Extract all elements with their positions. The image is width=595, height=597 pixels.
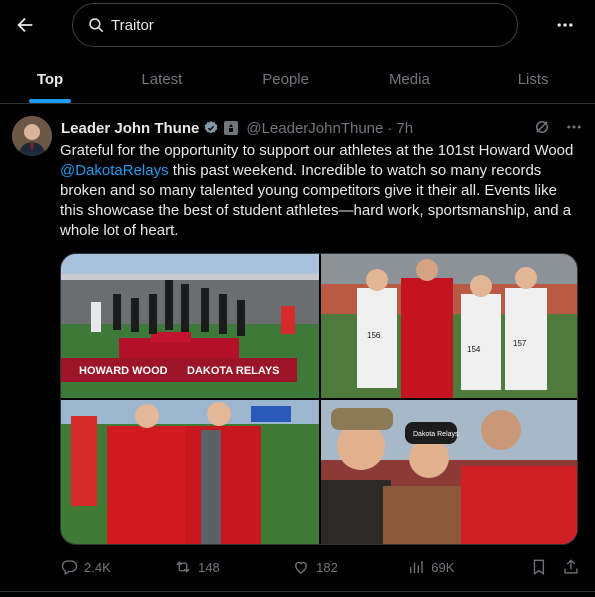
- more-icon[interactable]: [565, 118, 583, 136]
- reply-count: 2.4K: [84, 559, 111, 575]
- repost-button[interactable]: 148: [174, 558, 292, 576]
- back-arrow-icon[interactable]: [10, 10, 40, 40]
- banner-right-text: DAKOTA RELAYS: [187, 365, 280, 377]
- search-tabs: Top Latest People Media Lists: [0, 55, 595, 104]
- government-badge-icon: [224, 121, 239, 135]
- tab-top[interactable]: Top: [0, 55, 100, 103]
- views-count: 69K: [431, 559, 455, 575]
- like-icon: [295, 561, 308, 574]
- tab-label: Latest: [141, 70, 183, 88]
- grok-icon[interactable]: [533, 118, 551, 136]
- tab-label: Lists: [517, 70, 549, 88]
- repost-count: 148: [198, 559, 220, 575]
- share-icon[interactable]: [562, 558, 580, 576]
- photo-podium[interactable]: HOWARD WOOD DAKOTA RELAYS: [61, 254, 319, 398]
- views-icon: [410, 561, 423, 573]
- search-icon: [89, 18, 104, 33]
- bookmark-icon[interactable]: [530, 558, 548, 576]
- tweet-header: Leader John Thune @LeaderJohnThune · 7h: [61, 118, 413, 138]
- like-count: 182: [316, 559, 338, 575]
- reply-button[interactable]: 2.4K: [60, 558, 174, 576]
- repost-icon: [176, 561, 190, 573]
- bib-number: 156: [367, 331, 381, 340]
- bib-number: 157: [513, 339, 527, 348]
- tweet-actions: 2.4K 148 182 69K: [60, 556, 580, 578]
- cap-text: Dakota Relays: [413, 431, 459, 438]
- tab-label: Top: [36, 70, 64, 88]
- divider: [0, 591, 595, 592]
- bib-number: 154: [467, 345, 481, 354]
- photo-two-people[interactable]: [61, 400, 319, 544]
- meta-separator: ·: [387, 119, 393, 137]
- like-button[interactable]: 182: [292, 558, 407, 576]
- views-button[interactable]: 69K: [407, 558, 530, 576]
- photo-athletes[interactable]: 156 154 157: [321, 254, 577, 398]
- tab-latest[interactable]: Latest: [100, 55, 224, 103]
- tweet-media-grid: HOWARD WOOD DAKOTA RELAYS 156 154 157 Da…: [60, 253, 578, 545]
- tweet-time[interactable]: 7h: [396, 120, 413, 137]
- tab-media[interactable]: Media: [348, 55, 472, 103]
- tab-label: People: [262, 70, 309, 88]
- verified-badge-icon: [204, 121, 218, 134]
- search-query: Traitor: [111, 16, 154, 34]
- tweet-text-part: Grateful for the opportunity to support …: [60, 142, 574, 159]
- tab-label: Media: [388, 70, 430, 88]
- photo-three-men[interactable]: Dakota Relays: [321, 400, 577, 544]
- mention-link[interactable]: @DakotaRelays: [60, 162, 169, 179]
- search-input[interactable]: Traitor: [72, 3, 518, 47]
- author-name[interactable]: Leader John Thune: [61, 120, 199, 137]
- top-bar: Traitor: [0, 0, 595, 52]
- active-tab-indicator: [29, 99, 71, 103]
- tweet-top-actions: [533, 118, 583, 136]
- tab-people[interactable]: People: [224, 55, 348, 103]
- tweet-text: Grateful for the opportunity to support …: [60, 141, 580, 241]
- author-handle[interactable]: @LeaderJohnThune: [246, 120, 383, 137]
- banner-left-text: HOWARD WOOD: [79, 365, 168, 377]
- reply-icon: [61, 560, 78, 575]
- tab-lists[interactable]: Lists: [471, 55, 595, 103]
- avatar[interactable]: [12, 116, 52, 156]
- more-icon[interactable]: [552, 12, 578, 38]
